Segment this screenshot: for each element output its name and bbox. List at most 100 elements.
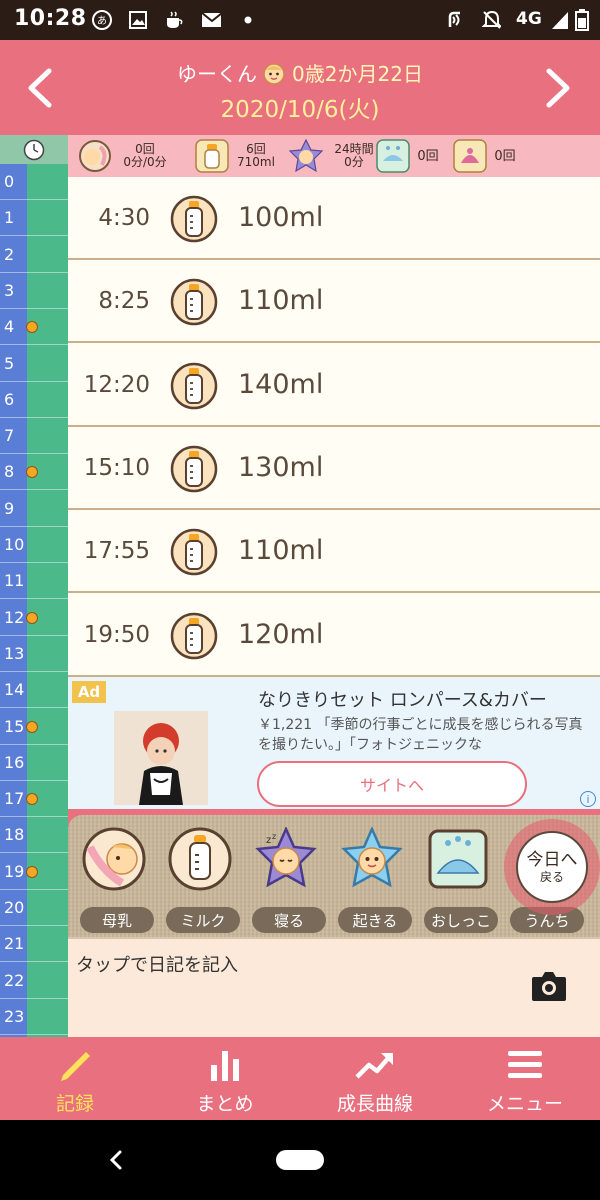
breastfeeding-icon [82,827,146,891]
action-breast-button[interactable]: 母乳 [72,821,158,935]
record-amount: 140ml [238,368,324,400]
child-info: ゆーくん 0歳2か月22日 [0,58,600,87]
ad-cta-button[interactable]: サイトへ [257,761,527,807]
summary-poop: 0回 [453,139,523,173]
nav-record-label: 記録 [55,1093,94,1115]
summary-sleep-duration: 0分 [344,155,364,169]
baby-face-icon [260,61,288,85]
breastfeeding-icon [79,140,111,172]
action-wake-button[interactable]: 起きる [330,821,416,935]
record-row[interactable]: 4:30 100ml [68,177,600,260]
chevron-right-icon [546,68,570,108]
bottom-navigation: 記録 まとめ 成長曲線 メニュー [0,1037,600,1120]
hour-row: 3 [0,273,68,309]
ad-product-image[interactable] [114,711,208,805]
nav-record[interactable]: 記録 [0,1037,150,1120]
app-notification-icon: あ [92,10,112,30]
ad-info-icon[interactable]: i [580,791,596,807]
summary-poop-count: 0回 [494,148,516,164]
nfc-icon [444,10,464,30]
hour-label: 2 [4,244,15,264]
hour-label: 11 [4,571,25,591]
record-time: 4:30 [98,205,150,231]
hour-label: 4 [4,317,15,337]
hour-row: 0 [0,164,68,200]
record-time: 15:10 [83,454,150,481]
child-age: 0歳2か月22日 [292,62,423,86]
baby-bottle-icon [170,278,218,326]
record-amount: 110ml [238,285,324,317]
network-type: 4G [516,9,542,29]
action-milk-label: ミルク [166,907,240,933]
record-row[interactable]: 12:20 140ml [68,344,600,427]
hour-label: 17 [4,789,25,809]
mail-icon [201,10,221,30]
record-row[interactable]: 8:25 110ml [68,260,600,344]
nav-menu[interactable]: メニュー [450,1037,600,1120]
action-wake-label: 起きる [338,907,412,933]
record-row[interactable]: 17:55 110ml [68,510,600,594]
action-pee-button[interactable]: おしっこ [416,821,502,935]
ad-title[interactable]: なりきりセット ロンパース&カバー [258,686,547,712]
hour-label: 22 [4,970,25,990]
baby-bottle-icon [168,827,232,891]
pee-icon [428,829,488,889]
hour-label: 12 [4,607,25,627]
record-amount: 130ml [238,451,324,483]
hour-row: 9 [0,491,68,527]
record-time: 17:55 [83,538,150,565]
nav-menu-label: メニュー [486,1093,563,1115]
app-header: ゆーくん 0歳2か月22日 2020/10/6(火) [0,40,600,135]
hour-row: 11 [0,563,68,600]
baby-bottle-icon [170,195,218,243]
action-sleep-button[interactable]: zz 寝る [244,821,330,935]
current-date[interactable]: 2020/10/6(火) [0,90,600,124]
quick-action-tray: 母乳 ミルク zz 寝る 起きる おしっこ うんち 今日へ 戻る [68,809,600,937]
system-navigation-bar [0,1120,600,1200]
summary-milk-amount: 710ml [237,155,275,169]
nav-summary-label: まとめ [196,1093,254,1115]
ad-banner[interactable]: Ad なりきりセット ロンパース&カバー ￥1,221 「季節の行事ごとに成長を… [68,677,600,809]
cup-icon [164,10,184,30]
hour-row: 21 [0,926,68,963]
bar-chart-icon [211,1051,239,1081]
record-row[interactable]: 19:50 120ml [68,594,600,677]
ad-description: ￥1,221 「季節の行事ごとに成長を感じられる写真を撮りたい。」「フォトジェニ… [258,717,583,753]
action-milk-button[interactable]: ミルク [158,821,244,935]
system-back-icon[interactable] [104,1146,128,1174]
hour-row: 6 [0,382,68,418]
status-time: 10:28 [14,6,87,31]
record-time: 19:50 [83,621,150,648]
status-bar: 10:28 あ 4G [0,0,600,40]
summary-milk: 6回 710ml [195,139,283,173]
camera-icon[interactable] [530,969,568,1003]
back-to-today-button[interactable]: 今日へ 戻る [500,811,600,931]
hour-label: 7 [4,426,15,446]
nav-summary[interactable]: まとめ [150,1037,300,1120]
record-list: 4:30 100ml 8:25 110ml 12:20 140ml 15:10 130ml 17… [68,177,600,677]
hour-row: 5 [0,346,68,382]
nav-growth[interactable]: 成長曲線 [300,1037,450,1120]
image-icon [128,10,148,30]
record-amount: 120ml [238,618,324,650]
hour-label: 19 [4,861,25,881]
record-amount: 100ml [238,202,324,233]
record-row[interactable]: 15:10 130ml [68,427,600,510]
system-home-button[interactable] [276,1150,324,1170]
hour-label: 3 [4,280,15,300]
summary-breast: 0回 0分/0分 [78,139,180,173]
action-pee-label: おしっこ [424,907,498,933]
today-button-line1: 今日へ [526,849,578,870]
hour-label: 13 [4,643,25,663]
hour-label: 1 [4,208,15,228]
sleeping-baby-icon [288,139,324,173]
hour-row: 13 [0,636,68,672]
hour-label: 16 [4,752,25,772]
timeline-record-marker [26,793,38,806]
diary-input[interactable]: タップで日記を記入 [68,937,600,1037]
next-day-button[interactable] [528,58,588,118]
hour-label: 21 [4,934,25,954]
hour-row: 7 [0,418,68,455]
baby-bottle-icon [170,528,218,576]
hour-label: 15 [4,716,25,736]
